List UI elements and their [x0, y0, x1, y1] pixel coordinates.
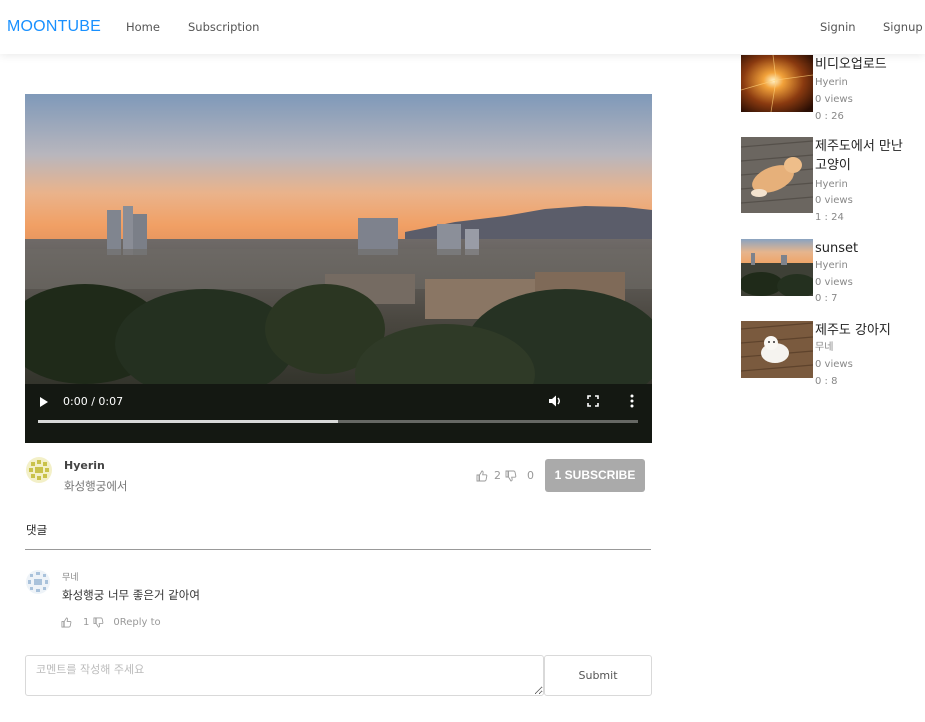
sidebar-video-title[interactable]: 비디오업로드 [815, 55, 910, 74]
more-options-icon[interactable] [629, 394, 635, 408]
sidebar-video-title[interactable]: sunset [815, 239, 910, 258]
comment-like-icon[interactable] [61, 617, 72, 628]
sidebar-video-title[interactable]: 제주도에서 만난 고양이 [815, 137, 910, 175]
subscribe-button[interactable]: 1 SUBSCRIBE [545, 459, 645, 492]
sidebar-video-duration: 0 : 26 [815, 111, 844, 122]
video-thumbnail[interactable] [741, 55, 813, 112]
video-thumbnail[interactable] [741, 239, 813, 296]
sidebar-video-author: Hyerin [815, 77, 848, 88]
video-time: 0:00 / 0:07 [63, 395, 124, 408]
sidebar-video-views: 0 views [815, 195, 853, 206]
dislike-icon[interactable] [505, 470, 517, 482]
sidebar-video-item[interactable]: 제주도에서 만난 고양이 Hyerin 0 views 1 : 24 [741, 137, 921, 227]
comment-input[interactable] [25, 655, 544, 696]
sidebar-video-item[interactable]: sunset Hyerin 0 views 0 : 7 [741, 239, 921, 309]
sidebar-video-duration: 0 : 8 [815, 376, 838, 387]
nav-subscription-link[interactable]: Subscription [188, 20, 259, 34]
top-navbar: MOONTUBE Home Subscription Signin Signup [0, 0, 925, 54]
sidebar-video-title[interactable]: 제주도 강아지 [815, 321, 910, 340]
comment-author[interactable]: 무네 [62, 570, 79, 583]
video-controls: 0:00 / 0:07 [25, 383, 652, 443]
video-thumbnail[interactable] [741, 321, 813, 378]
sidebar-video-duration: 1 : 24 [815, 212, 844, 223]
video-buffered-bar [38, 420, 338, 423]
author-name[interactable]: Hyerin [64, 459, 105, 472]
signup-link[interactable]: Signup [883, 20, 923, 34]
nav-home-link[interactable]: Home [126, 20, 160, 34]
video-description: 화성행궁에서 [64, 479, 128, 493]
submit-button[interactable]: Submit [544, 655, 652, 696]
video-player[interactable]: 0:00 / 0:07 [25, 94, 652, 443]
like-icon[interactable] [476, 470, 488, 482]
video-progress-bar[interactable] [38, 420, 638, 423]
sidebar-video-duration: 0 : 7 [815, 293, 838, 304]
sidebar-video-views: 0 views [815, 359, 853, 370]
site-logo[interactable]: MOONTUBE [7, 18, 101, 36]
dislike-count: 0 [527, 469, 534, 482]
comment-avatar[interactable] [26, 570, 50, 594]
comment-dislike-icon[interactable] [93, 617, 104, 628]
like-count: 2 [494, 469, 501, 482]
fullscreen-icon[interactable] [587, 395, 599, 407]
sidebar-video-item[interactable]: 제주도 강아지 무네 0 views 0 : 8 [741, 321, 921, 391]
comments-divider [25, 549, 651, 550]
comment-like-count: 1 [83, 617, 90, 628]
video-reactions: 2 0 [476, 469, 538, 482]
reply-link[interactable]: Reply to [120, 617, 161, 628]
author-avatar[interactable] [26, 457, 52, 483]
comments-heading: 댓글 [26, 523, 48, 537]
video-thumbnail[interactable] [741, 137, 813, 213]
comment-text: 화성행궁 너무 좋은거 같아여 [62, 588, 200, 602]
sidebar-video-author: 무네 [815, 342, 834, 353]
volume-icon[interactable] [548, 394, 562, 408]
sidebar-video-author: Hyerin [815, 260, 848, 271]
sidebar-video-views: 0 views [815, 94, 853, 105]
comment-actions: 1 0 Reply to [61, 617, 161, 628]
play-icon[interactable] [40, 397, 48, 407]
sidebar-video-author: Hyerin [815, 179, 848, 190]
sidebar-video-item[interactable]: 비디오업로드 Hyerin 0 views 0 : 26 [741, 55, 921, 125]
signin-link[interactable]: Signin [820, 20, 856, 34]
sidebar-video-views: 0 views [815, 277, 853, 288]
